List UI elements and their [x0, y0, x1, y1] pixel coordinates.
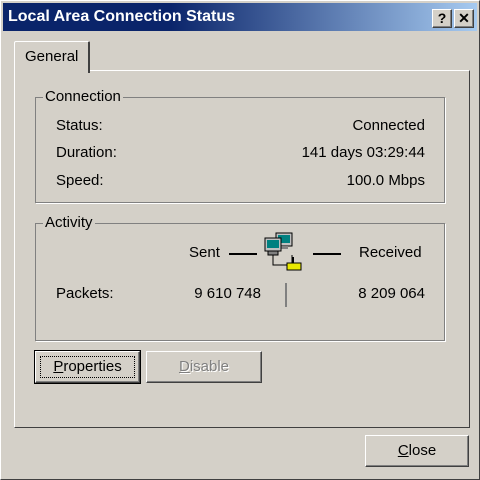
packets-sent-value: 9 610 748: [194, 285, 261, 302]
close-title-button[interactable]: ✕: [454, 9, 474, 28]
sent-label: Sent: [189, 244, 220, 261]
help-button[interactable]: ?: [432, 9, 452, 28]
close-button-label: Close: [397, 442, 437, 459]
window-title: Local Area Connection Status: [8, 8, 235, 25]
activity-divider: [285, 283, 287, 307]
connection-group-title: Connection: [43, 88, 123, 105]
activity-group: Activity: [35, 214, 445, 341]
activity-group-title: Activity: [43, 214, 95, 231]
speed-label: Speed:: [56, 172, 104, 189]
sent-line: [229, 253, 257, 255]
properties-button[interactable]: Properties: [34, 350, 141, 384]
network-computers-icon: [262, 231, 310, 277]
duration-value: 141 days 03:29:44: [301, 144, 425, 161]
speed-value: 100.0 Mbps: [346, 172, 425, 189]
status-value: Connected: [352, 117, 425, 134]
disable-button-label: Disable: [178, 358, 230, 375]
disable-button[interactable]: Disable: [146, 351, 262, 383]
focus-rect: [40, 356, 135, 378]
received-label: Received: [359, 244, 422, 261]
tab-general-label: General: [25, 48, 79, 65]
packets-received-value: 8 209 064: [358, 285, 425, 302]
tab-general[interactable]: General: [14, 41, 90, 73]
close-button[interactable]: Close: [365, 435, 469, 467]
received-line: [313, 253, 341, 255]
duration-label: Duration:: [56, 144, 117, 161]
status-label: Status:: [56, 117, 103, 134]
title-bar[interactable]: Local Area Connection Status ? ✕: [3, 3, 477, 31]
dialog-window: Local Area Connection Status ? ✕ General…: [0, 0, 480, 480]
packets-label: Packets:: [56, 285, 114, 302]
